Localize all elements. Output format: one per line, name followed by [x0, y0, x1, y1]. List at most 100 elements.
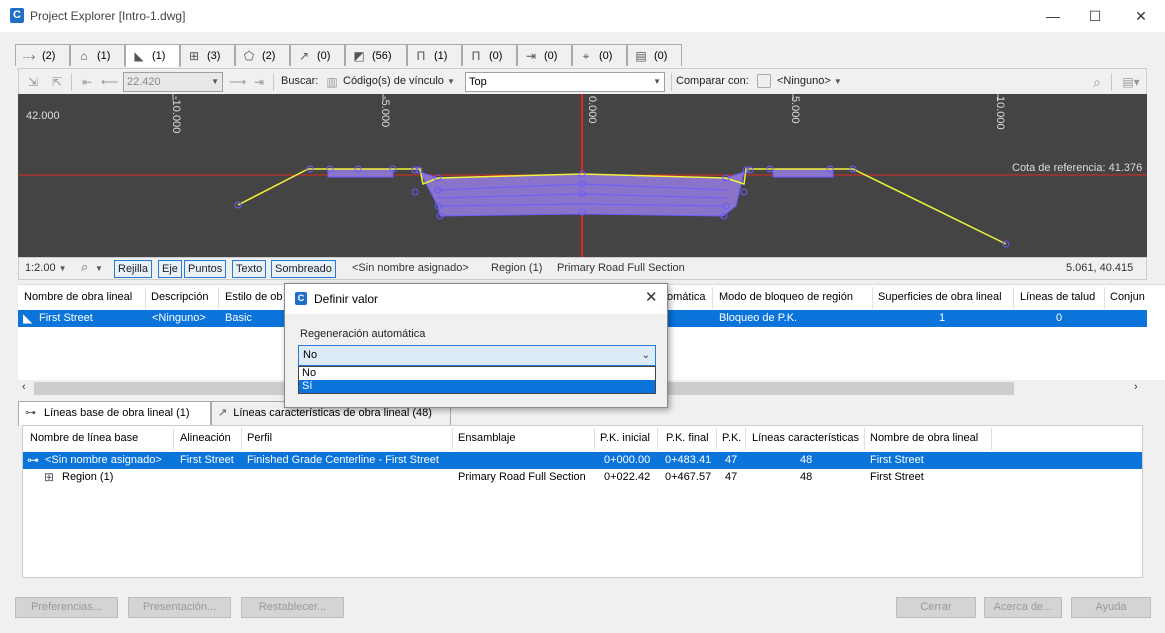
filter-icon: ▥ [326, 75, 338, 89]
layer-icon [757, 74, 771, 88]
about-button[interactable]: Acerca de... [984, 597, 1062, 618]
table-icon: ▤ [635, 49, 647, 64]
reset-button[interactable]: Restablecer... [241, 597, 344, 618]
toggle-text-button[interactable]: Texto [232, 260, 267, 278]
column-header[interactable]: P.K. final [666, 432, 709, 444]
baseline-icon: ⊶ [27, 453, 39, 467]
tab-feature-lines[interactable]: ↗ (0) [290, 44, 345, 66]
search-label: Buscar: [281, 75, 319, 87]
zoom-icon[interactable]: ⌕ [1089, 74, 1105, 90]
tab-assemblies[interactable]: ⊞ (3) [180, 44, 235, 66]
tab-pipe-networks[interactable]: Π (1) [407, 44, 462, 66]
chevron-down-icon: ▼ [211, 77, 219, 86]
link-code-dropdown[interactable]: Código(s) de vínculo ▼ [343, 75, 455, 87]
column-header[interactable]: P.K. [722, 432, 741, 444]
column-header[interactable]: Estilo de ob [225, 291, 282, 303]
chevron-down-icon[interactable]: ▼ [95, 264, 103, 273]
offset-tick-label: 5.000 [789, 96, 801, 124]
chevron-right-icon[interactable]: › [1134, 381, 1138, 393]
chevron-down-icon: ▼ [833, 77, 842, 86]
app-icon: C [10, 8, 24, 23]
tab-parcels[interactable]: ⇥ (0) [517, 44, 572, 66]
auto-regen-options: No Sí [298, 366, 656, 394]
chevron-down-icon: ▼ [58, 264, 67, 273]
app-icon: C [295, 292, 307, 305]
column-header[interactable]: Descripción [151, 291, 208, 303]
preferences-button[interactable]: Preferencias... [15, 597, 118, 618]
column-header[interactable]: Nombre de línea base [30, 432, 138, 444]
column-header[interactable]: Ensamblaje [458, 432, 515, 444]
section-viewer[interactable]: 42.000 -10.000 -5.000 0.000 5.000 10.000… [18, 94, 1147, 257]
minimize-button[interactable]: — [1043, 6, 1063, 26]
option-yes[interactable]: Sí [299, 380, 655, 393]
point-icon: ⌖ [582, 49, 590, 64]
tab-corridors[interactable]: ◣ (1) [125, 44, 180, 67]
baseline-name-text: <Sin nombre asignado> [352, 262, 469, 274]
chevron-down-icon: ⌄ [641, 350, 650, 361]
elevation-label: 42.000 [26, 110, 60, 122]
column-header[interactable]: Superficies de obra lineal [878, 291, 1002, 303]
presentation-button[interactable]: Presentación... [128, 597, 231, 618]
help-button[interactable]: Ayuda [1071, 597, 1151, 618]
table-row[interactable]: ⊞ Region (1) Primary Road Full Section 0… [23, 469, 1142, 486]
auto-regen-label: Regeneración automática [300, 328, 426, 340]
baseline-icon: ⊶ [25, 407, 36, 419]
station-combo[interactable]: 22.420 ▼ [123, 72, 223, 92]
feature-line-icon: ↗ [218, 407, 228, 419]
column-header[interactable]: Nombre de obra lineal [870, 432, 978, 444]
toggle-axis-button[interactable]: Eje [158, 260, 182, 278]
parcel-icon: ⇥ [525, 49, 537, 64]
offset-tick-label: 10.000 [994, 96, 1006, 130]
chevron-left-icon[interactable]: ‹ [22, 381, 26, 393]
pipe-network-icon: Π [416, 49, 426, 64]
tab-tables[interactable]: ▤ (0) [627, 44, 682, 66]
dialog-body: Regeneración automática No ⌄ No Sí [285, 314, 667, 407]
column-header[interactable]: omática [667, 291, 706, 303]
close-dialog-button[interactable]: Cerrar [896, 597, 976, 618]
tab-baselines[interactable]: ⤏ (2) [15, 44, 70, 66]
chevron-down-icon: ▼ [653, 77, 661, 86]
table-row[interactable]: ⊶ <Sin nombre asignado> First Street Fin… [23, 452, 1142, 469]
compare-dropdown[interactable]: <Ninguno> ▼ [777, 75, 842, 87]
zoom-icon[interactable]: ⌕ [81, 259, 88, 275]
site-icon: ⌂ [80, 49, 88, 64]
column-header[interactable]: P.K. inicial [600, 432, 650, 444]
tab-sites[interactable]: ⌂ (1) [70, 44, 125, 66]
next-station-icon[interactable]: ⟶ [229, 74, 246, 90]
zoom-to-icon[interactable]: ⇲ [25, 74, 41, 90]
column-header[interactable]: Líneas de talud [1020, 291, 1095, 303]
tab-surfaces[interactable]: ⬠ (2) [235, 44, 290, 66]
toggle-points-button[interactable]: Puntos [184, 260, 227, 278]
auto-regen-select[interactable]: No ⌄ [298, 345, 656, 366]
maximize-button[interactable]: ☐ [1085, 6, 1105, 26]
cursor-coordinates: 5.061, 40.415 [1066, 262, 1134, 274]
link-code-combo[interactable]: Top ▼ [465, 72, 665, 92]
column-header[interactable]: Alineación [180, 432, 231, 444]
column-header[interactable]: Líneas características [752, 432, 859, 444]
viewer-statusbar: 1:2.00 ▼ ⌕ ▼ Rejilla Eje Puntos Texto So… [18, 257, 1147, 280]
layout-menu-icon[interactable]: ▤▾ [1119, 74, 1143, 90]
toggle-shading-button[interactable]: Sombreado [271, 260, 336, 278]
tab-pressure-networks[interactable]: Π (0) [462, 44, 517, 66]
close-icon[interactable]: ✕ [645, 288, 658, 306]
option-no[interactable]: No [299, 367, 655, 380]
column-header[interactable]: Perfil [247, 432, 272, 444]
right-sidewalk-fill [772, 168, 834, 178]
first-station-icon[interactable]: ⇤ [79, 74, 95, 90]
section-graphic [18, 94, 1147, 257]
toggle-grid-button[interactable]: Rejilla [114, 260, 152, 278]
column-header[interactable]: Modo de bloqueo de región [719, 291, 853, 303]
previous-station-icon[interactable]: ⟵ [101, 74, 118, 90]
tab-sample-lines[interactable]: ◩ (56) [345, 44, 407, 66]
tab-points[interactable]: ⌖ (0) [572, 44, 627, 66]
scale-dropdown[interactable]: 1:2.00 ▼ [25, 262, 67, 274]
column-header[interactable]: Nombre de obra lineal [24, 291, 132, 303]
last-station-icon[interactable]: ⇥ [251, 74, 267, 90]
close-button[interactable]: ✕ [1131, 6, 1151, 26]
offset-tick-label: 0.000 [586, 96, 598, 124]
column-header[interactable]: Conjun [1110, 291, 1145, 303]
select-icon[interactable]: ⇱ [49, 74, 65, 90]
tab-corridor-baselines[interactable]: ⊶ Líneas base de obra lineal (1) [18, 401, 211, 426]
window-title: Project Explorer [Intro-1.dwg] [30, 9, 186, 23]
region-text: Region (1) [491, 262, 543, 274]
